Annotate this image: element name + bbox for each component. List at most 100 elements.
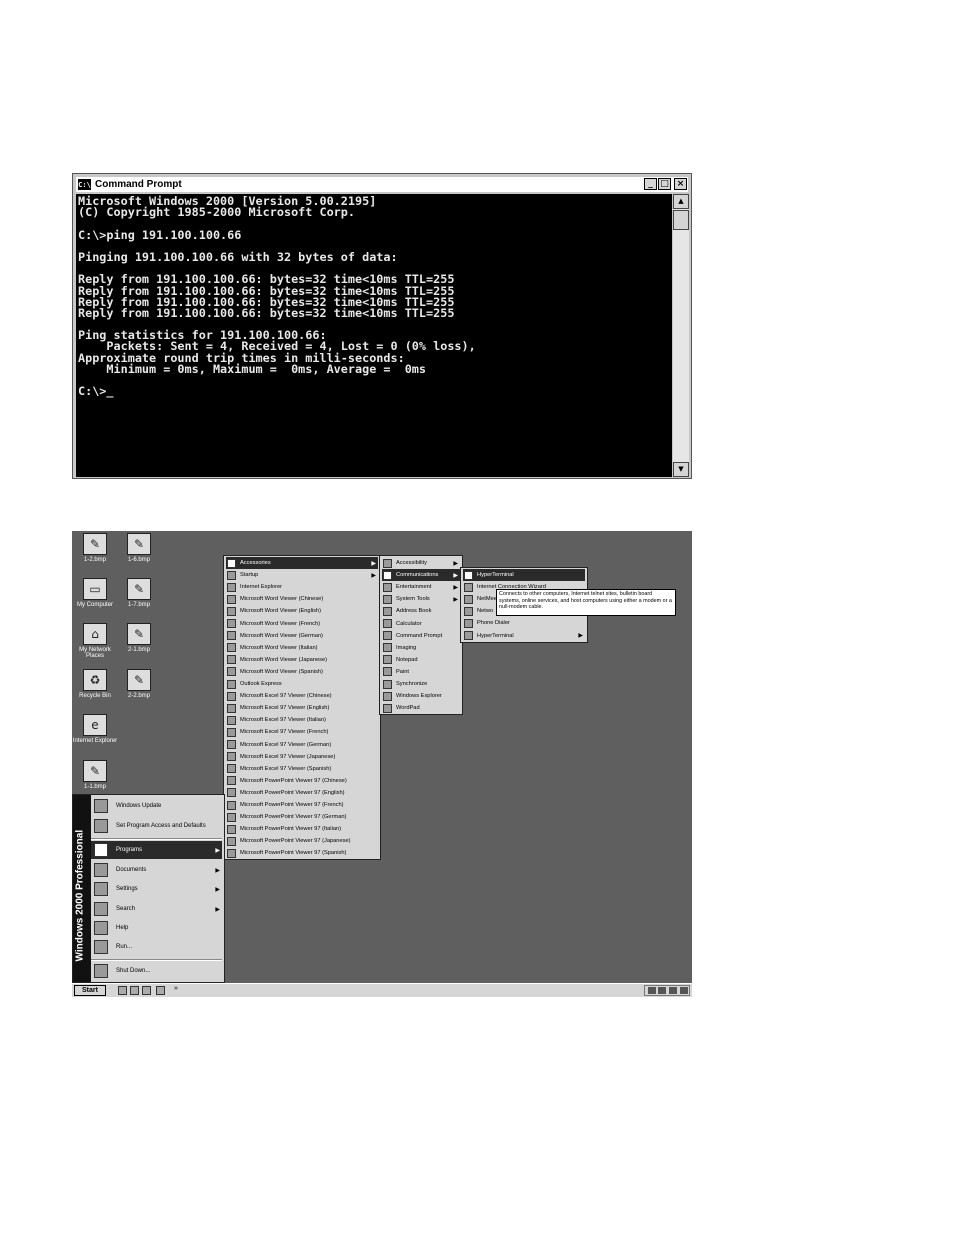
program-icon xyxy=(464,606,473,616)
program-icon xyxy=(227,631,236,641)
menu-item[interactable]: Notepad xyxy=(382,654,460,666)
desktop-icon-2-2-bmp[interactable]: ✎ 2-2.bmp xyxy=(116,669,162,699)
start-item-help[interactable]: Help xyxy=(91,919,222,937)
menu-item[interactable]: Accessibility ▶ xyxy=(382,557,460,569)
menu-item[interactable]: Windows Explorer xyxy=(382,690,460,702)
vertical-scrollbar[interactable]: ▲ ▼ xyxy=(673,194,689,477)
menu-item[interactable]: Microsoft Word Viewer (German) xyxy=(226,630,378,642)
start-item-program-access[interactable]: Set Program Access and Defaults xyxy=(91,817,222,835)
maximize-button[interactable]: □ xyxy=(658,178,671,190)
console-line: (C) Copyright 1985-2000 Microsoft Corp. xyxy=(78,205,355,220)
close-button[interactable]: × xyxy=(674,178,687,190)
desktop-icon-1-2-bmp[interactable]: ✎ 1-2.bmp xyxy=(72,533,118,563)
media-player-quicklaunch-icon[interactable] xyxy=(156,986,165,995)
submenu-arrow-icon: ▶ xyxy=(215,867,220,874)
menu-item[interactable]: Microsoft Excel 97 Viewer (French) xyxy=(226,726,378,738)
computer-icon: ▭ xyxy=(83,578,107,600)
program-icon xyxy=(383,570,392,580)
desktop-icon-2-1-bmp[interactable]: ✎ 2-1.bmp xyxy=(116,623,162,653)
menu-item-label: Communications xyxy=(396,572,439,579)
bitmap-file-icon: ✎ xyxy=(127,533,151,555)
menu-item[interactable]: Entertainment ▶ xyxy=(382,581,460,593)
menu-item[interactable]: HyperTerminal xyxy=(463,569,585,581)
menu-item[interactable]: Imaging xyxy=(382,642,460,654)
program-icon xyxy=(227,667,236,677)
menu-item[interactable]: Command Prompt xyxy=(382,630,460,642)
menu-item[interactable]: Microsoft Word Viewer (Chinese) xyxy=(226,593,378,605)
menu-item-label: Microsoft Word Viewer (English) xyxy=(240,608,322,615)
language-tray-icon[interactable] xyxy=(658,987,666,994)
menu-item[interactable]: Microsoft PowerPoint Viewer 97 (Italian) xyxy=(226,823,378,835)
menu-item[interactable]: Communications ▶ xyxy=(382,569,460,582)
start-item-search[interactable]: Search ▶ xyxy=(91,900,222,918)
menu-item[interactable]: Microsoft Word Viewer (Japanese) xyxy=(226,654,378,666)
start-item-programs[interactable]: Programs ▶ xyxy=(91,841,222,859)
menu-item[interactable]: Microsoft Excel 97 Viewer (Chinese) xyxy=(226,690,378,702)
menu-item[interactable]: Address Book xyxy=(382,605,460,617)
desktop-icon-internet-explorer[interactable]: e Internet Explorer xyxy=(72,714,118,744)
menu-item[interactable]: WordPad xyxy=(382,702,460,714)
menu-item[interactable]: Microsoft PowerPoint Viewer 97 (German) xyxy=(226,811,378,823)
menu-item[interactable]: Internet Explorer xyxy=(226,581,378,593)
menu-item[interactable]: Microsoft PowerPoint Viewer 97 (Chinese) xyxy=(226,775,378,787)
start-item-run[interactable]: Run... xyxy=(91,938,222,956)
show-desktop-icon[interactable] xyxy=(118,986,127,995)
console-output[interactable]: Microsoft Windows 2000 [Version 5.00.219… xyxy=(76,194,672,477)
submenu-arrow-icon: ▶ xyxy=(215,886,220,893)
menu-item[interactable]: Microsoft Word Viewer (French) xyxy=(226,618,378,630)
menu-item[interactable]: Microsoft PowerPoint Viewer 97 (French) xyxy=(226,799,378,811)
menu-item-label: Accessories xyxy=(240,560,271,566)
desktop-icon-1-1-bmp[interactable]: ✎ 1-1.bmp xyxy=(72,760,118,790)
accessories-menu: Accessibility ▶ Communications ▶ Entertainme… xyxy=(379,555,463,715)
menu-item[interactable]: Microsoft Word Viewer (Spanish) xyxy=(226,666,378,678)
menu-item[interactable]: Microsoft Excel 97 Viewer (Japanese) xyxy=(226,751,378,763)
menu-item[interactable]: Calculator xyxy=(382,618,460,630)
scroll-thumb[interactable] xyxy=(673,210,689,230)
scroll-up-arrow-icon[interactable]: ▲ xyxy=(673,194,689,209)
desktop-icon-my-network-places[interactable]: ⌂ My Network Places xyxy=(72,623,118,659)
program-access-icon xyxy=(94,819,108,833)
network-tray-icon[interactable] xyxy=(648,987,656,994)
desktop-icon-1-7-bmp[interactable]: ✎ 1-7.bmp xyxy=(116,578,162,608)
menu-item[interactable]: Microsoft Excel 97 Viewer (Spanish) xyxy=(226,763,378,775)
menu-item[interactable]: Outlook Express xyxy=(226,678,378,690)
quicklaunch-more-chevron[interactable]: » xyxy=(174,985,178,992)
desktop-icon-recycle-bin[interactable]: ♻ Recycle Bin xyxy=(72,669,118,699)
desktop-icon-my-computer[interactable]: ▭ My Computer xyxy=(72,578,118,608)
title-bar[interactable]: C:\ Command Prompt _ □ × xyxy=(76,177,688,192)
program-icon xyxy=(383,703,392,713)
menu-item[interactable]: Microsoft Excel 97 Viewer (English) xyxy=(226,702,378,714)
menu-item[interactable]: Microsoft Word Viewer (English) xyxy=(226,605,378,617)
start-item-documents[interactable]: Documents ▶ xyxy=(91,861,222,879)
menu-item[interactable]: HyperTerminal ▶ xyxy=(463,630,585,642)
scroll-down-arrow-icon[interactable]: ▼ xyxy=(673,462,689,477)
menu-item[interactable]: Microsoft Word Viewer (Italian) xyxy=(226,642,378,654)
menu-item-label: Windows Explorer xyxy=(396,693,442,700)
submenu-arrow-icon: ▶ xyxy=(453,560,458,567)
menu-item[interactable]: Microsoft PowerPoint Viewer 97 (Japanese… xyxy=(226,835,378,847)
menu-item[interactable]: System Tools ▶ xyxy=(382,593,460,605)
desktop-icon-1-6-bmp[interactable]: ✎ 1-6.bmp xyxy=(116,533,162,563)
start-item-settings[interactable]: Settings ▶ xyxy=(91,880,222,898)
printer-tray-icon[interactable] xyxy=(680,987,688,994)
menu-item[interactable]: Microsoft Excel 97 Viewer (Italian) xyxy=(226,714,378,726)
menu-item[interactable]: Synchronize xyxy=(382,678,460,690)
menu-item-label: Command Prompt xyxy=(396,632,443,639)
menu-item[interactable]: Startup ▶ xyxy=(226,569,378,581)
menu-item[interactable]: Phone Dialer xyxy=(463,617,585,629)
menu-item[interactable]: Microsoft PowerPoint Viewer 97 (Spanish) xyxy=(226,847,378,859)
start-button[interactable]: Start xyxy=(74,985,106,996)
start-item-windows-update[interactable]: Windows Update xyxy=(91,797,222,815)
internet-explorer-quicklaunch-icon[interactable] xyxy=(130,986,139,995)
minimize-button[interactable]: _ xyxy=(644,178,657,190)
volume-tray-icon[interactable] xyxy=(669,987,677,994)
program-icon xyxy=(227,800,236,810)
outlook-express-quicklaunch-icon[interactable] xyxy=(142,986,151,995)
menu-item[interactable]: Microsoft PowerPoint Viewer 97 (English) xyxy=(226,787,378,799)
program-icon xyxy=(464,594,473,604)
menu-item-label: System Tools xyxy=(396,596,430,603)
menu-item[interactable]: Accessories ▶ xyxy=(226,557,378,569)
menu-item[interactable]: Paint xyxy=(382,666,460,678)
menu-item[interactable]: Microsoft Excel 97 Viewer (German) xyxy=(226,739,378,751)
start-item-shut-down[interactable]: Shut Down... xyxy=(91,962,222,980)
